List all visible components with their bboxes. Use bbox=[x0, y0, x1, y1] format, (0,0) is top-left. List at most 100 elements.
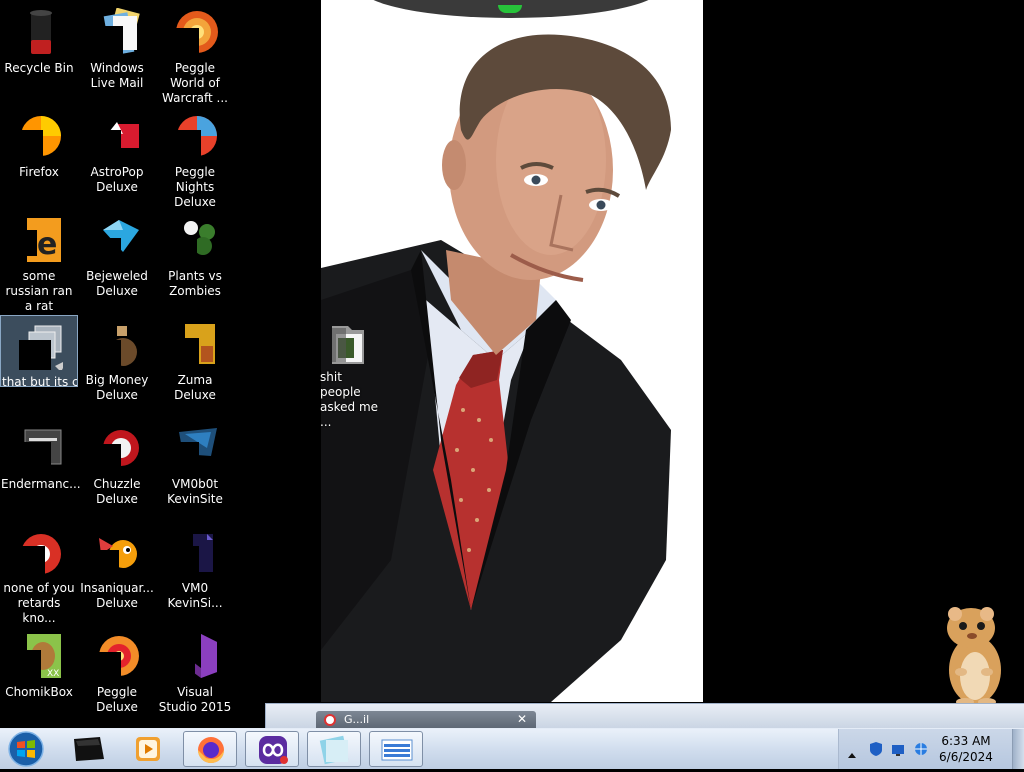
svg-text:XX: XX bbox=[47, 669, 59, 679]
trash-bin-icon bbox=[15, 8, 63, 56]
taskbar: 6:33 AM 6/6/2024 bbox=[0, 728, 1024, 769]
folder-label: shit people asked me ... bbox=[320, 370, 379, 429]
clock-date: 6/6/2024 bbox=[939, 750, 993, 764]
icon-label: Windows Live Mail bbox=[90, 61, 144, 90]
windows-orb-icon bbox=[8, 731, 44, 767]
fish-icon bbox=[93, 528, 141, 576]
document-icon: e bbox=[15, 216, 63, 264]
desktop-icon-recycle-bin[interactable]: Recycle Bin bbox=[0, 2, 78, 102]
chrome-icon bbox=[15, 528, 63, 576]
plant-icon bbox=[171, 216, 219, 264]
system-tray: 6:33 AM 6/6/2024 bbox=[838, 729, 1024, 769]
chuzzle-icon bbox=[93, 424, 141, 472]
show-hidden-icons-button[interactable] bbox=[847, 744, 857, 763]
vm-icon bbox=[171, 424, 219, 472]
visual-studio-icon bbox=[171, 632, 219, 680]
firefox-icon bbox=[198, 737, 224, 763]
taskbar-notes[interactable] bbox=[307, 731, 361, 767]
peggle-deluxe-icon bbox=[93, 632, 141, 680]
desktop-icon-chomikbox[interactable]: XX ChomikBox bbox=[0, 626, 78, 726]
show-desktop-button[interactable] bbox=[1012, 729, 1024, 769]
icon-label: Chuzzle Deluxe bbox=[93, 477, 141, 506]
hamster-gadget[interactable] bbox=[935, 600, 1013, 710]
desktop-icon-peggle-world-of-warcraft[interactable]: Peggle World of Warcraft ... bbox=[156, 2, 234, 105]
icon-label: Peggle Deluxe bbox=[96, 685, 138, 714]
terminal-icon bbox=[74, 737, 104, 761]
icon-label: Insaniquar... Deluxe bbox=[80, 581, 154, 610]
desktop-icon-none-of-you[interactable]: none of you retards kno... bbox=[0, 522, 78, 625]
icon-label: Big Money Deluxe bbox=[85, 373, 149, 402]
icon-label: none of you retards kno... bbox=[3, 581, 75, 625]
icon-label: that but its c bbox=[2, 375, 77, 389]
media-player-icon bbox=[136, 737, 160, 761]
firefox-icon bbox=[15, 112, 63, 160]
money-bag-icon bbox=[93, 320, 141, 368]
icon-label: VM0b0t KevinSite bbox=[167, 477, 223, 506]
desktop-icon-insaniquarium-deluxe[interactable]: Insaniquar... Deluxe bbox=[78, 522, 156, 622]
keyboard-icon bbox=[381, 739, 413, 761]
vm-doc-icon bbox=[171, 528, 219, 576]
shield-icon bbox=[870, 742, 882, 756]
desktop[interactable]: Recycle Bin Firefox e some russian ran a… bbox=[0, 0, 1024, 728]
svg-text:e: e bbox=[37, 227, 57, 262]
gmail-favicon-icon bbox=[324, 714, 336, 726]
icon-label: VM0 KevinSi... bbox=[167, 581, 223, 610]
desktop-icon-some-russian-ran-a-rat[interactable]: e some russian ran a rat bbox=[0, 210, 78, 313]
desktop-icon-big-money-deluxe[interactable]: Big Money Deluxe bbox=[78, 314, 156, 414]
peggle-icon bbox=[171, 8, 219, 56]
monitor-icon bbox=[892, 745, 904, 756]
close-tab-icon[interactable]: ✕ bbox=[517, 712, 527, 726]
network-tray-icon[interactable] bbox=[891, 742, 905, 761]
tab-title: G...il bbox=[344, 713, 370, 726]
desktop-icon-peggle-nights-deluxe[interactable]: Peggle Nights Deluxe bbox=[156, 106, 234, 209]
astropop-icon bbox=[93, 112, 141, 160]
taskbar-infinity-app[interactable] bbox=[245, 731, 299, 767]
desktop-icon-vm0-kevinsi[interactable]: VM0 KevinSi... bbox=[156, 522, 234, 622]
window-app-icon bbox=[15, 424, 63, 472]
desktop-icon-zuma-deluxe[interactable]: Zuma Deluxe bbox=[156, 314, 234, 414]
desktop-icon-vm0b0t-kevinsite[interactable]: VM0b0t KevinSite bbox=[156, 418, 234, 518]
folder-icon bbox=[328, 320, 364, 364]
chevron-up-icon bbox=[848, 753, 856, 758]
icon-label: Peggle World of Warcraft ... bbox=[162, 61, 228, 105]
desktop-icon-chuzzle-deluxe[interactable]: Chuzzle Deluxe bbox=[78, 418, 156, 518]
mail-icon bbox=[93, 7, 141, 56]
status-led bbox=[498, 5, 522, 13]
desktop-icon-bejeweled-deluxe[interactable]: Bejeweled Deluxe bbox=[78, 210, 156, 310]
icon-label: Bejeweled Deluxe bbox=[86, 269, 148, 298]
clock-time: 6:33 AM bbox=[941, 734, 991, 748]
clock[interactable]: 6:33 AM 6/6/2024 bbox=[933, 733, 999, 765]
start-button[interactable] bbox=[6, 730, 46, 768]
volume-tray-icon[interactable] bbox=[913, 741, 929, 761]
desktop-icon-visual-studio-2015[interactable]: Visual Studio 2015 bbox=[156, 626, 234, 726]
icon-label: AstroPop Deluxe bbox=[90, 165, 144, 194]
gem-icon bbox=[93, 216, 141, 264]
icon-label: Peggle Nights Deluxe bbox=[174, 165, 216, 209]
taskbar-media-player[interactable] bbox=[122, 731, 176, 767]
security-tray-icon[interactable] bbox=[869, 741, 883, 761]
icon-label: Visual Studio 2015 bbox=[158, 685, 232, 714]
taskbar-terminal[interactable] bbox=[62, 731, 116, 767]
desktop-icon-firefox[interactable]: Firefox bbox=[0, 106, 78, 206]
browser-tab[interactable]: G...il ✕ bbox=[316, 711, 536, 728]
desktop-icon-plants-vs-zombies[interactable]: Plants vs Zombies bbox=[156, 210, 234, 310]
desktop-icon-astropop-deluxe[interactable]: AstroPop Deluxe bbox=[78, 106, 156, 206]
desktop-folder[interactable]: shit people asked me ... bbox=[320, 312, 384, 429]
taskbar-keyboard[interactable] bbox=[369, 731, 423, 767]
hamster-box-icon: XX bbox=[15, 632, 63, 680]
taskbar-firefox[interactable] bbox=[183, 731, 237, 767]
notes-icon bbox=[319, 735, 349, 765]
icon-label: Recycle Bin bbox=[4, 61, 74, 75]
zuma-icon bbox=[171, 320, 219, 368]
icon-label: some russian ran a rat bbox=[5, 269, 73, 313]
desktop-icon-peggle-deluxe[interactable]: Peggle Deluxe bbox=[78, 626, 156, 726]
globe-icon bbox=[915, 743, 927, 755]
shortcut-icon bbox=[15, 322, 67, 372]
peggle-nights-icon bbox=[171, 112, 219, 160]
icon-label: Plants vs Zombies bbox=[168, 269, 222, 298]
desktop-icon-endermanch[interactable]: Endermanc... bbox=[0, 418, 81, 518]
desktop-icon-that-but-its-c[interactable]: that but its c bbox=[0, 315, 78, 389]
desktop-icon-windows-live-mail[interactable]: Windows Live Mail bbox=[78, 2, 156, 102]
icon-label: Zuma Deluxe bbox=[174, 373, 216, 402]
infinity-app-icon bbox=[259, 736, 288, 764]
